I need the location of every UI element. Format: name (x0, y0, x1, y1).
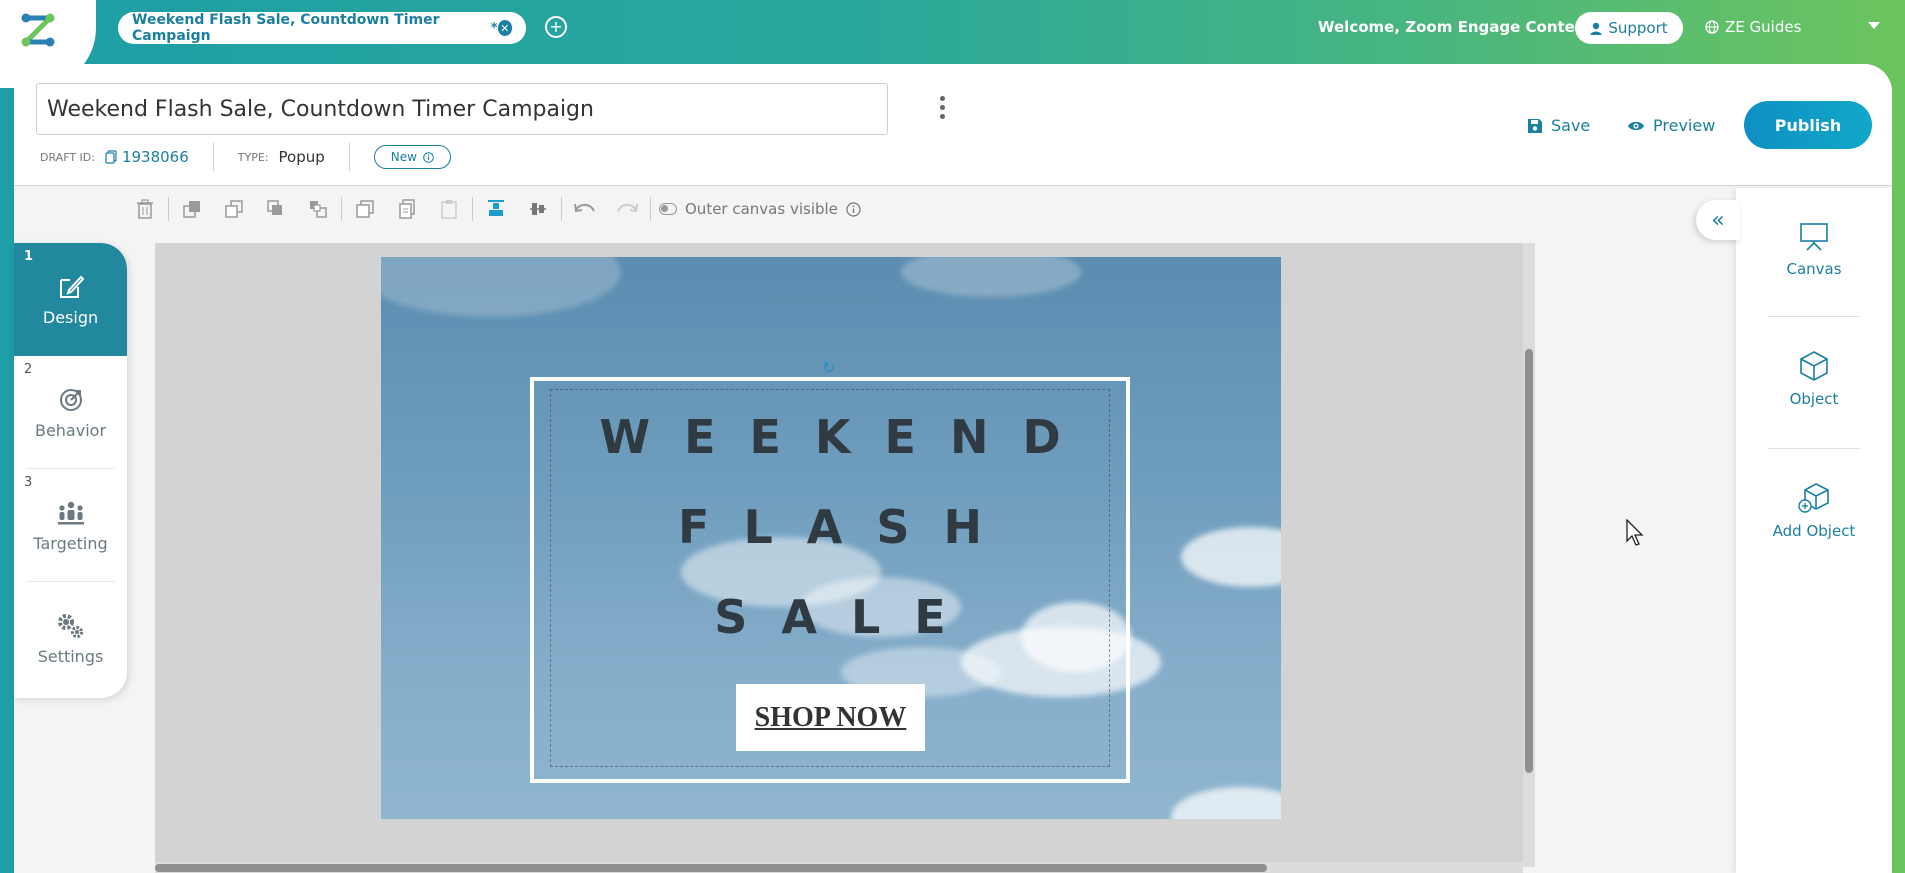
toolbar-divider (561, 197, 562, 221)
object-panel-button[interactable]: Object (1768, 350, 1860, 408)
delete-icon[interactable] (124, 194, 166, 224)
user-icon (1590, 22, 1602, 35)
toolbar-divider (341, 197, 342, 221)
rotate-icon[interactable]: ↻ (822, 358, 835, 377)
canvas-panel-button[interactable]: Canvas (1768, 222, 1860, 278)
guides-label: ZE Guides (1725, 18, 1802, 36)
headline-weekend[interactable]: WEEKEND (530, 410, 1130, 464)
unsaved-marker: * (490, 20, 498, 36)
add-object-button[interactable]: Add Object (1768, 482, 1860, 540)
meta-divider (348, 143, 350, 171)
add-cube-icon (1798, 483, 1829, 513)
double-chevron-left-icon[interactable]: « (1696, 200, 1740, 240)
status-badge[interactable]: New (373, 145, 451, 169)
shop-now-button[interactable]: SHOP NOW (736, 684, 925, 751)
editor-toolbar: Outer canvas visible (124, 192, 861, 226)
welcome-text: Welcome, Zoom Engage Content (1318, 18, 1593, 36)
mouse-cursor-icon (1626, 519, 1644, 546)
info-icon (423, 151, 434, 163)
bring-to-front-icon[interactable] (255, 194, 297, 224)
status-badge-label: New (390, 150, 417, 164)
scroll-thumb[interactable] (1525, 349, 1533, 773)
step-label: Settings (37, 647, 104, 666)
add-tab-icon[interactable]: + (545, 16, 567, 38)
horizontal-scrollbar[interactable] (155, 862, 1523, 873)
send-to-back-icon[interactable] (297, 194, 339, 224)
behavior-icon (56, 385, 86, 415)
step-number: 3 (24, 475, 33, 490)
toolbar-divider (472, 197, 473, 221)
redo-icon[interactable] (606, 194, 648, 224)
more-options-icon[interactable] (940, 96, 945, 119)
undo-icon[interactable] (564, 194, 606, 224)
targeting-icon (56, 498, 86, 528)
save-label: Save (1551, 116, 1591, 135)
type-label: TYPE: (237, 150, 269, 164)
save-button[interactable]: Save (1527, 116, 1590, 135)
zoom-engage-logo-icon (21, 13, 55, 47)
draft-id-label: DRAFT ID: (40, 150, 95, 164)
info-icon[interactable] (846, 201, 861, 217)
eye-icon (1628, 121, 1644, 130)
scroll-thumb[interactable] (155, 864, 1267, 872)
preview-button[interactable]: Preview (1627, 116, 1715, 135)
publish-button[interactable]: Publish (1744, 101, 1872, 149)
step-behavior[interactable]: 2 Behavior (24, 356, 115, 469)
campaign-tab[interactable]: Weekend Flash Sale, Countdown Timer Camp… (118, 12, 526, 44)
support-label: Support (1608, 19, 1668, 37)
send-backward-icon[interactable] (213, 194, 255, 224)
step-targeting[interactable]: 3 Targeting (24, 469, 115, 582)
easel-icon (1800, 223, 1828, 251)
canvas-panel-label: Canvas (1786, 260, 1842, 278)
vertical-scrollbar[interactable] (1523, 243, 1535, 867)
bring-forward-icon[interactable] (171, 194, 213, 224)
copy-icon[interactable] (105, 150, 117, 164)
toggle-icon[interactable] (659, 203, 677, 215)
edit-icon (56, 272, 86, 302)
align-center-vertical-icon[interactable] (475, 194, 517, 224)
step-design[interactable]: 1 Design (14, 243, 127, 356)
campaign-tab-label: Weekend Flash Sale, Countdown Timer Camp… (132, 12, 440, 44)
close-tab-icon[interactable]: ✕ (497, 20, 512, 36)
save-icon (1528, 118, 1542, 133)
step-label: Design (42, 308, 99, 327)
step-label: Behavior (34, 420, 107, 440)
step-number: 2 (24, 362, 33, 377)
add-object-label: Add Object (1772, 522, 1856, 540)
step-number: 1 (24, 249, 34, 264)
support-button[interactable]: Support (1575, 12, 1683, 44)
headline-sale[interactable]: SALE (530, 590, 1130, 644)
meta-divider (212, 143, 214, 171)
align-center-horizontal-icon[interactable] (517, 194, 559, 224)
type-value: Popup (278, 148, 325, 166)
toolbar-divider (650, 197, 651, 221)
preview-label: Preview (1653, 116, 1716, 135)
object-panel-label: Object (1789, 390, 1839, 408)
toolbar-divider (168, 197, 169, 221)
cube-icon (1800, 351, 1828, 381)
globe-icon (1705, 20, 1719, 34)
guides-menu[interactable]: ZE Guides (1705, 18, 1801, 36)
draft-meta: DRAFT ID: 1938066 TYPE: Popup New (40, 143, 451, 171)
paste-icon[interactable] (428, 194, 470, 224)
campaign-title-input[interactable] (36, 83, 888, 135)
copy-icon[interactable] (386, 194, 428, 224)
step-label: Targeting (33, 533, 108, 553)
draft-id-value: 1938066 (121, 148, 189, 166)
duplicate-icon[interactable] (344, 194, 386, 224)
panel-divider (1768, 316, 1860, 317)
chevron-down-icon[interactable] (1868, 22, 1880, 29)
headline-flash[interactable]: FLASH (530, 500, 1130, 554)
step-navigation: 1 Design 2 Behavior 3 Targeting Settings (14, 243, 127, 698)
gears-icon (56, 611, 86, 641)
step-settings[interactable]: Settings (26, 582, 115, 695)
outer-canvas-toggle[interactable]: Outer canvas visible (659, 200, 861, 218)
outer-canvas-label: Outer canvas visible (685, 200, 838, 218)
panel-divider (1768, 448, 1860, 449)
